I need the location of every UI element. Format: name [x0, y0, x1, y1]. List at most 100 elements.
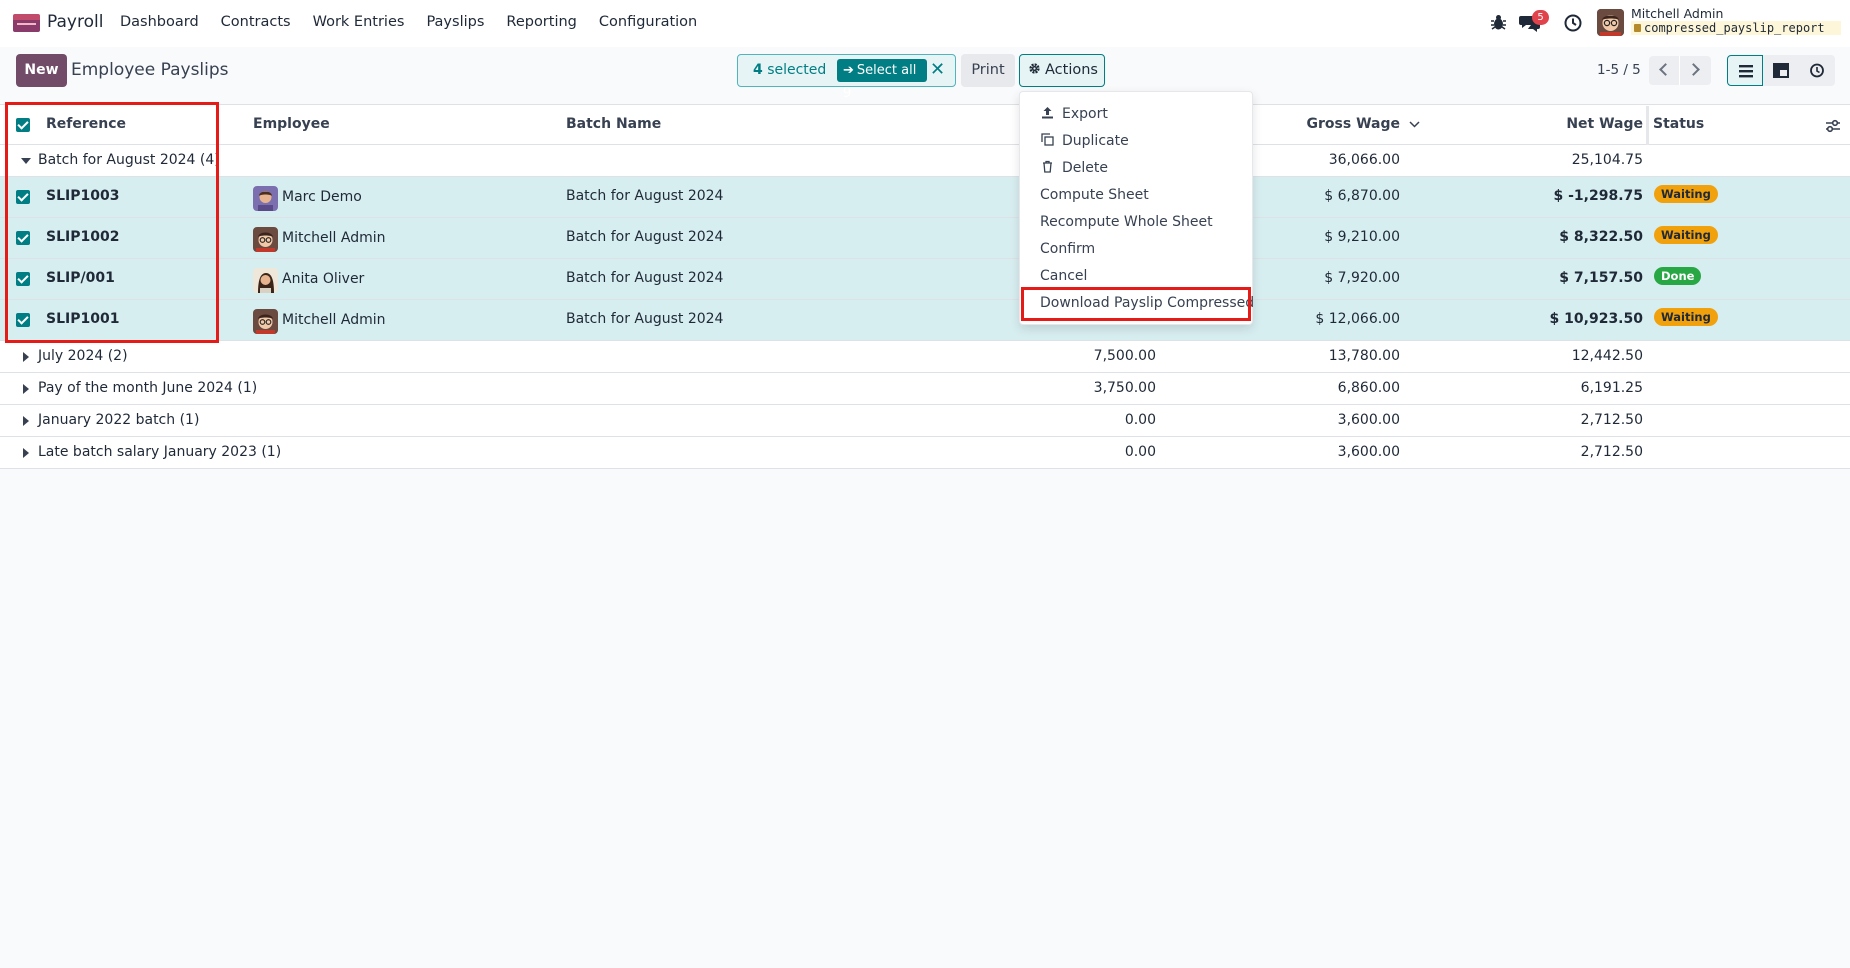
column-employee[interactable]: Employee	[253, 116, 330, 132]
menu-work-entries[interactable]: Work Entries	[313, 14, 405, 30]
list-view-button[interactable]	[1727, 55, 1763, 86]
user-avatar[interactable]	[1597, 9, 1624, 36]
group-net-total: 6,191.25	[1580, 380, 1643, 396]
top-navbar: Payroll Dashboard Contracts Work Entries…	[0, 0, 1850, 47]
group-row[interactable]: January 2022 batch (1) 0.00 3,600.00 2,7…	[0, 405, 1850, 437]
row-employee[interactable]: Mitchell Admin	[282, 230, 386, 246]
group-row[interactable]: Late batch salary January 2023 (1) 0.00 …	[0, 437, 1850, 469]
group-name: January 2022 batch (1)	[38, 412, 200, 428]
employee-avatar	[253, 186, 278, 211]
kanban-view-icon	[1773, 63, 1789, 78]
optional-columns-settings-icon[interactable]	[1825, 119, 1841, 133]
selected-count: 4 selected	[753, 62, 827, 78]
action-export[interactable]: Export	[1062, 106, 1108, 122]
table-row[interactable]: SLIP1001 Mitchell Admin Batch for August…	[0, 300, 1850, 341]
group-net-total: 25,104.75	[1571, 152, 1643, 168]
table-row[interactable]: SLIP1002 Mitchell Admin Batch for August…	[0, 218, 1850, 259]
row-batch-name: Batch for August 2024	[566, 311, 724, 327]
debug-bug-icon[interactable]	[1490, 13, 1507, 31]
pager-value[interactable]: 1-5 / 5	[1597, 62, 1641, 78]
caret-right-icon	[23, 384, 29, 394]
group-net-total: 2,712.50	[1580, 444, 1643, 460]
action-confirm[interactable]: Confirm	[1040, 241, 1095, 257]
list-header: Reference Employee Batch Name Gross Wage…	[0, 104, 1850, 145]
row-employee[interactable]: Mitchell Admin	[282, 312, 386, 328]
database-icon	[1634, 24, 1641, 32]
row-employee[interactable]: Marc Demo	[282, 189, 362, 205]
select-all-button[interactable]: ➔ Select all 9	[837, 59, 927, 101]
group-total: 3,750.00	[1093, 380, 1156, 396]
activity-view-button[interactable]	[1799, 55, 1835, 86]
row-net-wage: $ 8,322.50	[1559, 229, 1643, 245]
action-recompute-whole-sheet[interactable]: Recompute Whole Sheet	[1040, 214, 1213, 230]
column-resize-handle[interactable]	[1646, 106, 1649, 145]
group-row[interactable]: Pay of the month June 2024 (1) 3,750.00 …	[0, 373, 1850, 405]
column-batch-name[interactable]: Batch Name	[566, 116, 661, 132]
payroll-app-icon[interactable]	[13, 14, 40, 32]
gear-icon	[1029, 63, 1040, 74]
column-net-wage[interactable]: Net Wage	[1480, 116, 1643, 132]
action-delete[interactable]: Delete	[1062, 160, 1108, 176]
unselect-close-icon[interactable]: ✕	[930, 60, 945, 80]
group-gross-total: 13,780.00	[1328, 348, 1400, 364]
action-cancel[interactable]: Cancel	[1040, 268, 1087, 284]
group-gross-total: 3,600.00	[1337, 412, 1400, 428]
actions-button[interactable]: Actions	[1019, 54, 1105, 87]
employee-avatar	[253, 268, 278, 293]
row-net-wage: $ 10,923.50	[1549, 311, 1643, 327]
trash-delete-icon	[1043, 160, 1052, 173]
caret-right-icon	[23, 416, 29, 426]
menu-contracts[interactable]: Contracts	[221, 14, 291, 30]
status-badge: Waiting	[1654, 308, 1718, 326]
highlight-reference-column	[5, 102, 219, 343]
print-button[interactable]: Print	[961, 54, 1015, 87]
menu-payslips[interactable]: Payslips	[426, 14, 484, 30]
caret-right-icon	[23, 448, 29, 458]
employee-avatar	[253, 309, 278, 334]
sort-chevron-down-icon	[1409, 121, 1420, 128]
action-compute-sheet[interactable]: Compute Sheet	[1040, 187, 1149, 203]
group-gross-total: 3,600.00	[1337, 444, 1400, 460]
group-net-total: 2,712.50	[1580, 412, 1643, 428]
menu-dashboard[interactable]: Dashboard	[120, 14, 199, 30]
table-row[interactable]: SLIP1003 Marc Demo Batch for August 2024…	[0, 177, 1850, 218]
duplicate-copy-icon	[1041, 133, 1054, 146]
database-name: compressed_payslip_report	[1631, 21, 1841, 35]
group-row[interactable]: Batch for August 2024 (4) 36,066.00 25,1…	[0, 145, 1850, 177]
row-employee[interactable]: Anita Oliver	[282, 271, 364, 287]
group-total: 7,500.00	[1093, 348, 1156, 364]
caret-right-icon	[23, 352, 29, 362]
column-status[interactable]: Status	[1653, 116, 1704, 132]
user-name[interactable]: Mitchell Admin	[1631, 6, 1723, 21]
arrow-right-icon: ➔	[843, 63, 854, 78]
page-title: Employee Payslips	[71, 60, 229, 80]
employee-avatar	[253, 227, 278, 252]
kanban-view-button[interactable]	[1763, 55, 1799, 86]
table-row[interactable]: SLIP/001 Anita Oliver Batch for August 2…	[0, 259, 1850, 300]
menu-reporting[interactable]: Reporting	[506, 14, 577, 30]
row-batch-name: Batch for August 2024	[566, 229, 724, 245]
activity-clock-icon[interactable]	[1564, 14, 1582, 32]
menu-configuration[interactable]: Configuration	[599, 14, 697, 30]
clock-icon	[1810, 63, 1824, 78]
row-net-wage: $ -1,298.75	[1553, 188, 1643, 204]
group-name: Pay of the month June 2024 (1)	[38, 380, 258, 396]
group-gross-total: 36,066.00	[1328, 152, 1400, 168]
status-badge: Waiting	[1654, 185, 1718, 203]
pager-next-button[interactable]	[1679, 56, 1711, 85]
status-badge: Done	[1654, 267, 1702, 285]
chevron-left-icon	[1659, 63, 1672, 76]
row-net-wage: $ 7,157.50	[1559, 270, 1643, 286]
row-batch-name: Batch for August 2024	[566, 270, 724, 286]
group-net-total: 12,442.50	[1571, 348, 1643, 364]
pager-previous-button[interactable]	[1649, 56, 1679, 85]
list-view-icon	[1739, 65, 1753, 78]
notification-badge: 5	[1532, 10, 1549, 25]
new-button[interactable]: New	[16, 54, 67, 87]
group-row[interactable]: July 2024 (2) 7,500.00 13,780.00 12,442.…	[0, 341, 1850, 373]
group-total: 0.00	[1124, 444, 1156, 460]
column-gross-wage[interactable]: Gross Wage	[1260, 116, 1400, 132]
action-duplicate[interactable]: Duplicate	[1062, 133, 1129, 149]
row-gross-wage: $ 12,066.00	[1315, 311, 1400, 327]
app-name[interactable]: Payroll	[47, 12, 103, 32]
